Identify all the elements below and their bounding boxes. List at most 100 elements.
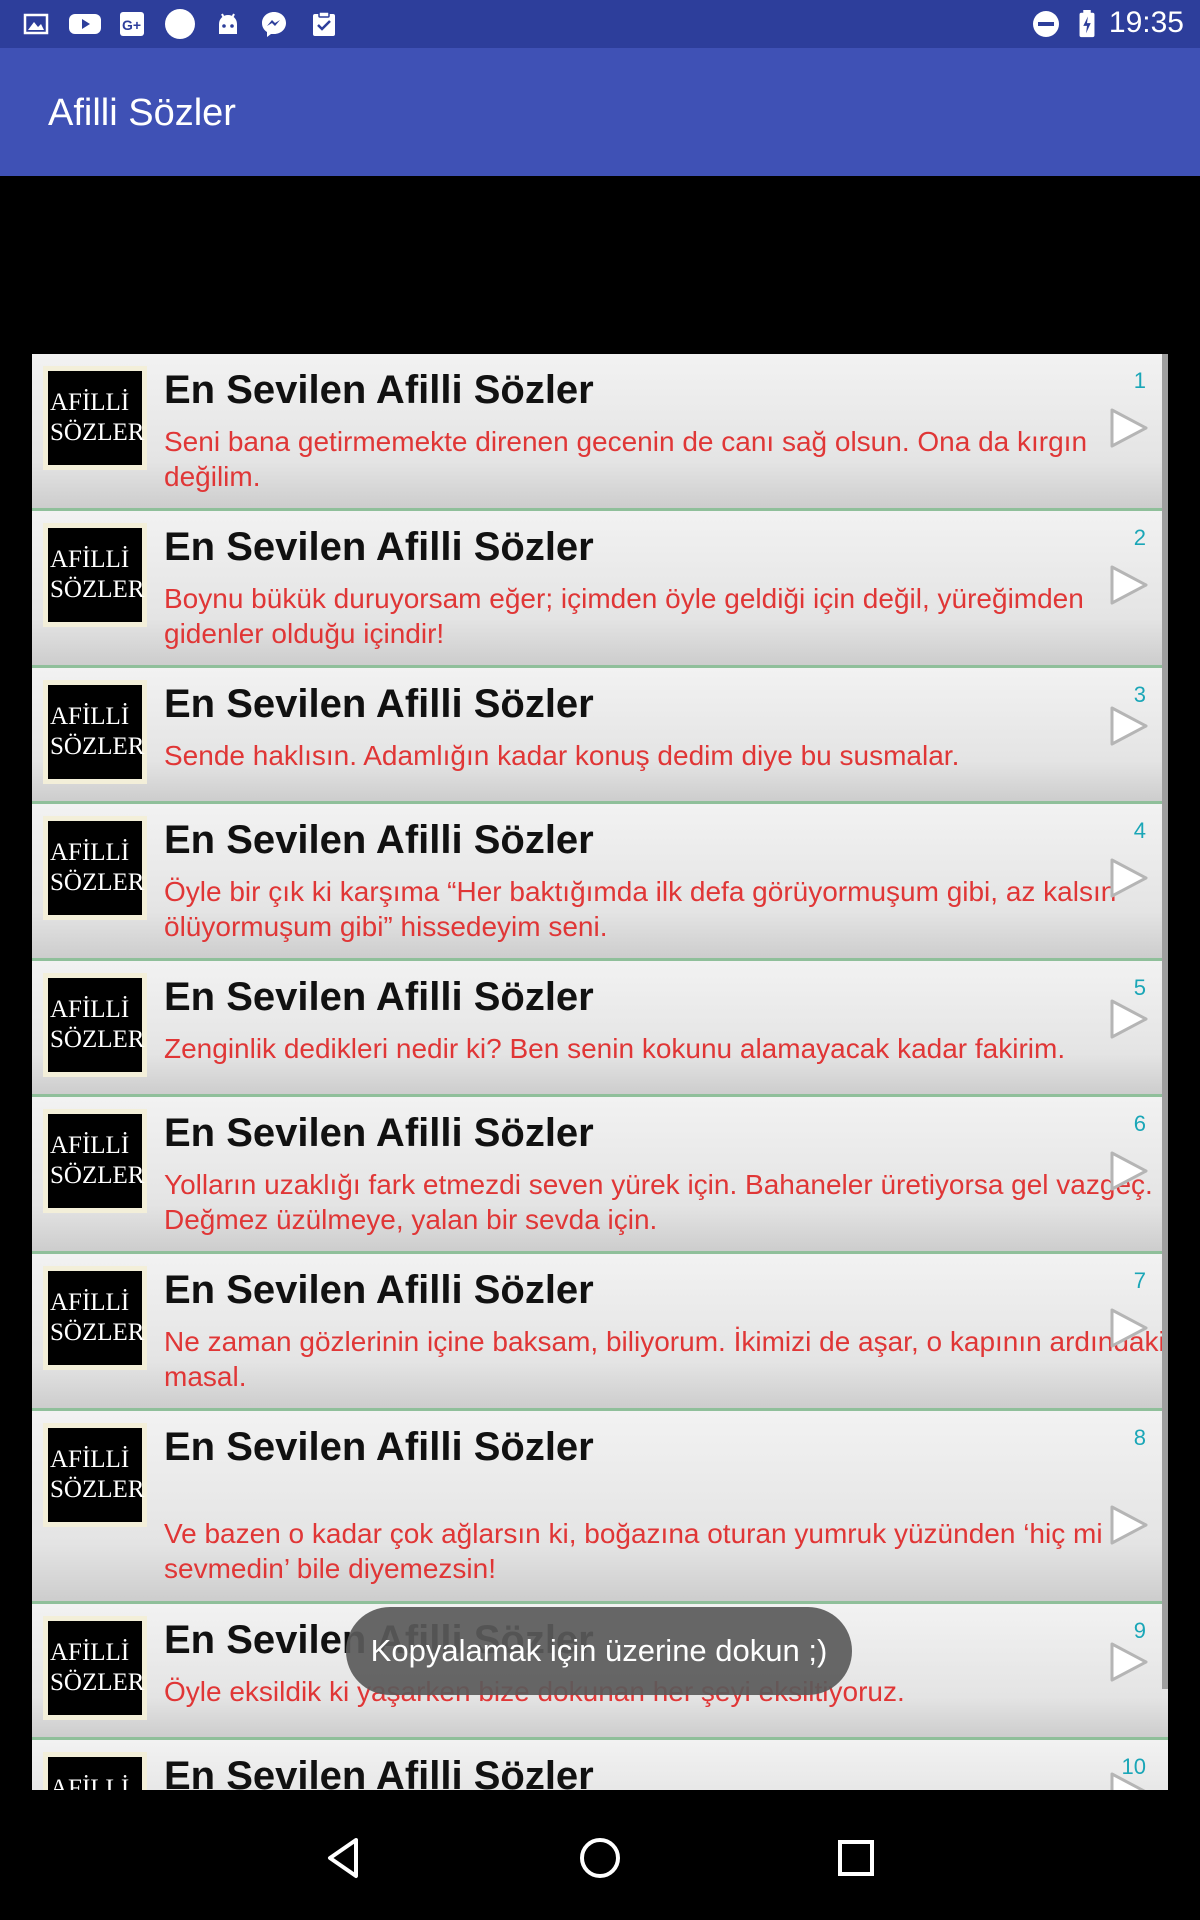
item-quote[interactable]: Zenginlik dedikleri nedir ki? Ben senin …	[164, 1031, 1168, 1066]
thumbnail-image: AFİLLİ SÖZLER	[43, 1616, 147, 1720]
item-title: En Sevilen Afilli Sözler	[164, 525, 594, 569]
play-icon[interactable]	[1106, 1503, 1150, 1547]
item-title: En Sevilen Afilli Sözler	[164, 1268, 594, 1312]
thumbnail-logo: AFİLLİ SÖZLER	[48, 1621, 145, 1715]
item-number: 4	[1133, 818, 1146, 843]
thumbnail-image: AFİLLİ SÖZLER	[43, 680, 147, 784]
thumbnail-image: AFİLLİ SÖZLER	[43, 1109, 147, 1213]
list-item[interactable]: AFİLLİ SÖZLER En Sevilen Afilli Sözler Öyle…	[32, 804, 1168, 961]
thumbnail-text-line2: SÖZLER	[50, 1669, 145, 1696]
play-icon[interactable]	[1106, 1640, 1150, 1684]
item-quote[interactable]: Yolların uzaklığı fark etmezdi seven yür…	[164, 1167, 1168, 1237]
thumbnail-image: AFİLLİSÖZLER	[43, 1266, 147, 1370]
thumbnail-logo: AFİLLİ SÖZLER	[48, 685, 145, 779]
do-not-disturb-icon	[1033, 11, 1059, 37]
item-title: En Sevilen Afilli Sözler	[164, 1111, 594, 1155]
recents-icon[interactable]	[828, 1830, 884, 1886]
item-title: En Sevilen Afilli Sözler	[164, 975, 594, 1019]
thumbnail-logo: AFİLLİ SÖZLER	[48, 371, 145, 465]
item-quote[interactable]: Öyle bir çık ki karşıma “Her baktığımda …	[164, 874, 1168, 944]
image-icon	[23, 13, 49, 35]
thumbnail-text-line1: AFİLLİ	[50, 1132, 130, 1159]
item-title: En Sevilen Afilli Sözler	[164, 682, 594, 726]
list-item[interactable]: AFİLLİ SÖZLER En Sevilen Afilli Sözler Boyn…	[32, 511, 1168, 668]
thumbnail-text-line2: SÖZLER	[50, 733, 145, 760]
play-icon[interactable]	[1106, 1306, 1150, 1350]
thumbnail-image: AFİLLİSÖZLER	[43, 973, 147, 1077]
item-title: En Sevilen Afilli Sözler	[164, 368, 594, 412]
thumbnail-image: AFİLLİSÖZLER	[43, 1752, 147, 1790]
home-icon[interactable]	[572, 1830, 628, 1886]
thumbnail-text-line1: AFİLLİ	[50, 1639, 130, 1666]
toast-text: Kopyalamak için üzerine dokun ;)	[370, 1633, 828, 1668]
item-quote[interactable]: Sende haklısın. Adamlığın kadar konuş de…	[164, 738, 1168, 773]
thumbnail-logo: AFİLLİ SÖZLER	[48, 1428, 145, 1522]
thumbnail-text-line2: SÖZLER	[50, 1319, 145, 1346]
app-title: Afilli Sözler	[48, 92, 236, 134]
thumbnail-text-line1: AFİLLİ	[50, 1775, 130, 1790]
item-title: En Sevilen Afilli Sözler	[164, 1754, 594, 1790]
thumbnail-image: AFİLLİ SÖZLER	[43, 523, 147, 627]
list-item[interactable]: AFİLLİ SÖZLER En Sevilen Afilli Sözler Seni…	[32, 354, 1168, 511]
thumbnail-text-line1: AFİLLİ	[50, 1446, 130, 1473]
thumbnail-text-line2: SÖZLER	[50, 1476, 145, 1503]
thumbnail-image: AFİLLİ SÖZLER	[43, 366, 147, 470]
play-icon[interactable]	[1106, 563, 1150, 607]
thumbnail-logo: AFİLLİ SÖZLER	[48, 821, 145, 915]
thumbnail-logo: AFİLLİ SÖZLER	[48, 528, 145, 622]
thumbnail-text-line2: SÖZLER	[50, 419, 145, 446]
android-icon	[219, 13, 237, 34]
thumbnail-text-line1: AFİLLİ	[50, 703, 130, 730]
back-icon[interactable]	[316, 1830, 372, 1886]
youtube-icon	[69, 14, 101, 34]
messenger-icon	[262, 12, 286, 37]
item-number: 2	[1133, 525, 1146, 550]
play-icon[interactable]	[1106, 856, 1150, 900]
item-quote[interactable]: Ve bazen o kadar çok ağlarsın ki, boğazı…	[164, 1516, 1168, 1586]
thumbnail-logo: AFİLLİSÖZLER	[48, 1271, 145, 1365]
battery-charging-icon	[1079, 10, 1095, 38]
play-icon[interactable]	[1106, 1149, 1150, 1193]
svg-text:G+: G+	[122, 17, 141, 33]
list-item[interactable]: AFİLLİ SÖZLER En Sevilen Afilli Sözler Ve b…	[32, 1411, 1168, 1604]
thumbnail-image: AFİLLİ SÖZLER	[43, 1423, 147, 1527]
list-item[interactable]: AFİLLİ SÖZLER En Sevilen Afilli Sözler Send…	[32, 668, 1168, 804]
item-number: 6	[1133, 1111, 1146, 1136]
scrollbar[interactable]	[1162, 354, 1168, 1689]
item-number: 7	[1133, 1268, 1146, 1293]
quote-list[interactable]: AFİLLİ SÖZLER En Sevilen Afilli Sözler Seni…	[32, 354, 1168, 1790]
google-plus-icon: G+	[120, 12, 144, 36]
circle-icon	[165, 9, 195, 39]
list-item[interactable]: AFİLLİ SÖZLER En Sevilen Afilli Sözler Zeng…	[32, 961, 1168, 1097]
play-icon[interactable]	[1106, 406, 1150, 450]
toast-message: Kopyalamak için üzerine dokun ;)	[346, 1607, 852, 1695]
thumbnail-text-line2: SÖZLER	[50, 576, 145, 603]
app-bar: Afilli Sözler	[0, 48, 1200, 176]
thumbnail-text-line2: SÖZLER	[50, 1162, 145, 1189]
thumbnail-text-line1: AFİLLİ	[50, 389, 130, 416]
thumbnail-text-line2: SÖZLER	[50, 869, 145, 896]
thumbnail-text-line1: AFİLLİ	[50, 839, 130, 866]
item-quote[interactable]: Seni bana getirmemekte direnen gecenin d…	[164, 424, 1168, 494]
item-number: 1	[1133, 368, 1146, 393]
navigation-bar	[0, 1790, 1200, 1920]
list-item[interactable]: AFİLLİ SÖZLER En Sevilen Afilli Sözler Yoll…	[32, 1097, 1168, 1254]
thumbnail-logo: AFİLLİSÖZLER	[48, 1757, 142, 1790]
status-time: 19:35	[1108, 6, 1184, 39]
item-number: 8	[1133, 1425, 1146, 1450]
list-item[interactable]: AFİLLİSÖZLEREn Sevilen Afilli Sözler10	[32, 1740, 1168, 1790]
item-title: En Sevilen Afilli Sözler	[164, 818, 594, 862]
status-bar: G+ 19:35	[0, 0, 1200, 48]
thumbnail-image: AFİLLİ SÖZLER	[43, 816, 147, 920]
item-quote[interactable]: Boynu bükük duruyorsam eğer; içimden öyl…	[164, 581, 1168, 651]
play-icon[interactable]	[1106, 704, 1150, 748]
clipboard-check-icon	[313, 11, 335, 36]
thumbnail-logo: AFİLLİSÖZLER	[48, 978, 144, 1072]
list-item[interactable]: AFİLLİ SÖZLER En Sevilen Afilli Sözler Ne z…	[32, 1254, 1168, 1411]
play-icon[interactable]	[1106, 1770, 1150, 1790]
thumbnail-logo: AFİLLİ SÖZLER	[48, 1114, 145, 1208]
thumbnail-text-line1: AFİLLİ	[50, 546, 130, 573]
item-quote[interactable]: Ne zaman gözlerinin içine baksam, biliyo…	[164, 1324, 1168, 1394]
thumbnail-text-line1: AFİLLİ	[50, 996, 130, 1023]
play-icon[interactable]	[1106, 997, 1150, 1041]
